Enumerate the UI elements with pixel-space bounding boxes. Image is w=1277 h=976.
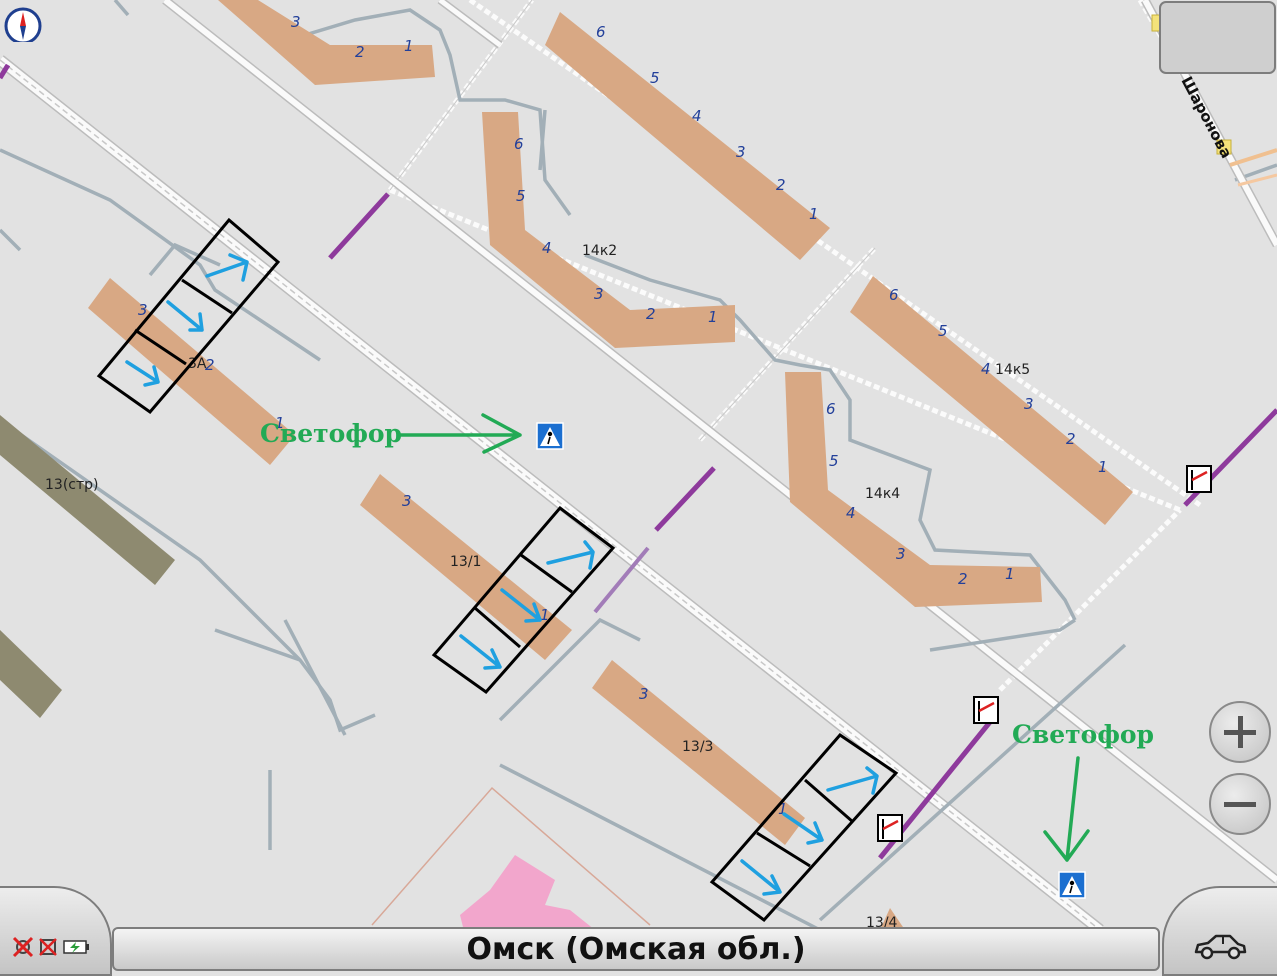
zoom-out-icon [1224,802,1256,807]
svg-text:3: 3 [402,492,412,510]
svg-text:4: 4 [692,107,702,125]
svg-text:6: 6 [889,286,899,304]
map-canvas[interactable]: Шаронова 14к2 14к5 14к4 13/1 13/3 13/4 1… [0,0,1277,973]
car-icon [1194,934,1247,960]
label-14k2: 14к2 [582,243,617,259]
industrial-areas [0,415,175,718]
svg-text:1: 1 [1005,565,1015,583]
pedestrian-crossing-icon[interactable] [1058,871,1086,899]
svg-text:5: 5 [650,69,660,87]
svg-text:4: 4 [542,239,552,257]
status-icons [12,936,90,958]
svg-text:5: 5 [829,452,839,470]
battery-charging-icon [63,940,89,954]
svg-text:2: 2 [646,305,656,323]
annotation-traffic-light-2: Светофор [1012,720,1154,749]
svg-text:3: 3 [896,545,906,563]
compass-icon[interactable] [2,2,42,42]
location-bar[interactable]: Омск (Омская обл.) [112,927,1160,971]
zoom-out-button[interactable] [1209,773,1271,835]
annotation-traffic-light-1: Светофор [260,419,402,448]
label-13-str: 13(стр) [45,477,98,493]
label-14k4: 14к4 [865,486,900,502]
svg-text:1: 1 [404,37,414,55]
label-13-1: 13/1 [450,554,481,570]
svg-text:2: 2 [355,43,365,61]
svg-text:1: 1 [1098,458,1108,476]
label-13-3: 13/3 [682,739,713,755]
svg-text:5: 5 [516,187,526,205]
signal-off-icon [39,938,57,956]
svg-text:3: 3 [291,13,301,31]
label-14k5: 14к5 [995,362,1030,378]
svg-text:4: 4 [846,504,856,522]
pedestrian-crossing-icon[interactable] [536,422,564,450]
svg-text:1: 1 [708,308,718,326]
svg-text:2: 2 [776,176,786,194]
zoom-in-button[interactable] [1209,701,1271,763]
svg-text:3: 3 [138,301,148,319]
svg-text:6: 6 [596,23,606,41]
zoom-in-icon [1237,716,1243,748]
location-name: Омск (Омская обл.) [466,931,806,967]
svg-text:3: 3 [639,685,649,703]
svg-text:2: 2 [205,356,215,374]
svg-text:2: 2 [1066,430,1076,448]
top-right-info-panel[interactable] [1159,1,1276,74]
svg-text:6: 6 [514,135,524,153]
barrier-icon[interactable] [877,814,903,842]
svg-text:3: 3 [736,143,746,161]
barrier-icon[interactable] [973,696,999,724]
svg-text:3: 3 [594,285,604,303]
street-name-sharonova: Шаронова [1177,73,1235,161]
svg-text:6: 6 [826,400,836,418]
svg-text:3: 3 [1024,395,1034,413]
svg-text:5: 5 [938,322,948,340]
pink-area [371,786,651,935]
svg-text:4: 4 [981,360,991,378]
buildings [88,0,1133,930]
svg-text:1: 1 [809,205,819,223]
gps-off-icon [12,936,34,958]
svg-text:2: 2 [958,570,968,588]
barrier-icon[interactable] [1186,465,1212,493]
